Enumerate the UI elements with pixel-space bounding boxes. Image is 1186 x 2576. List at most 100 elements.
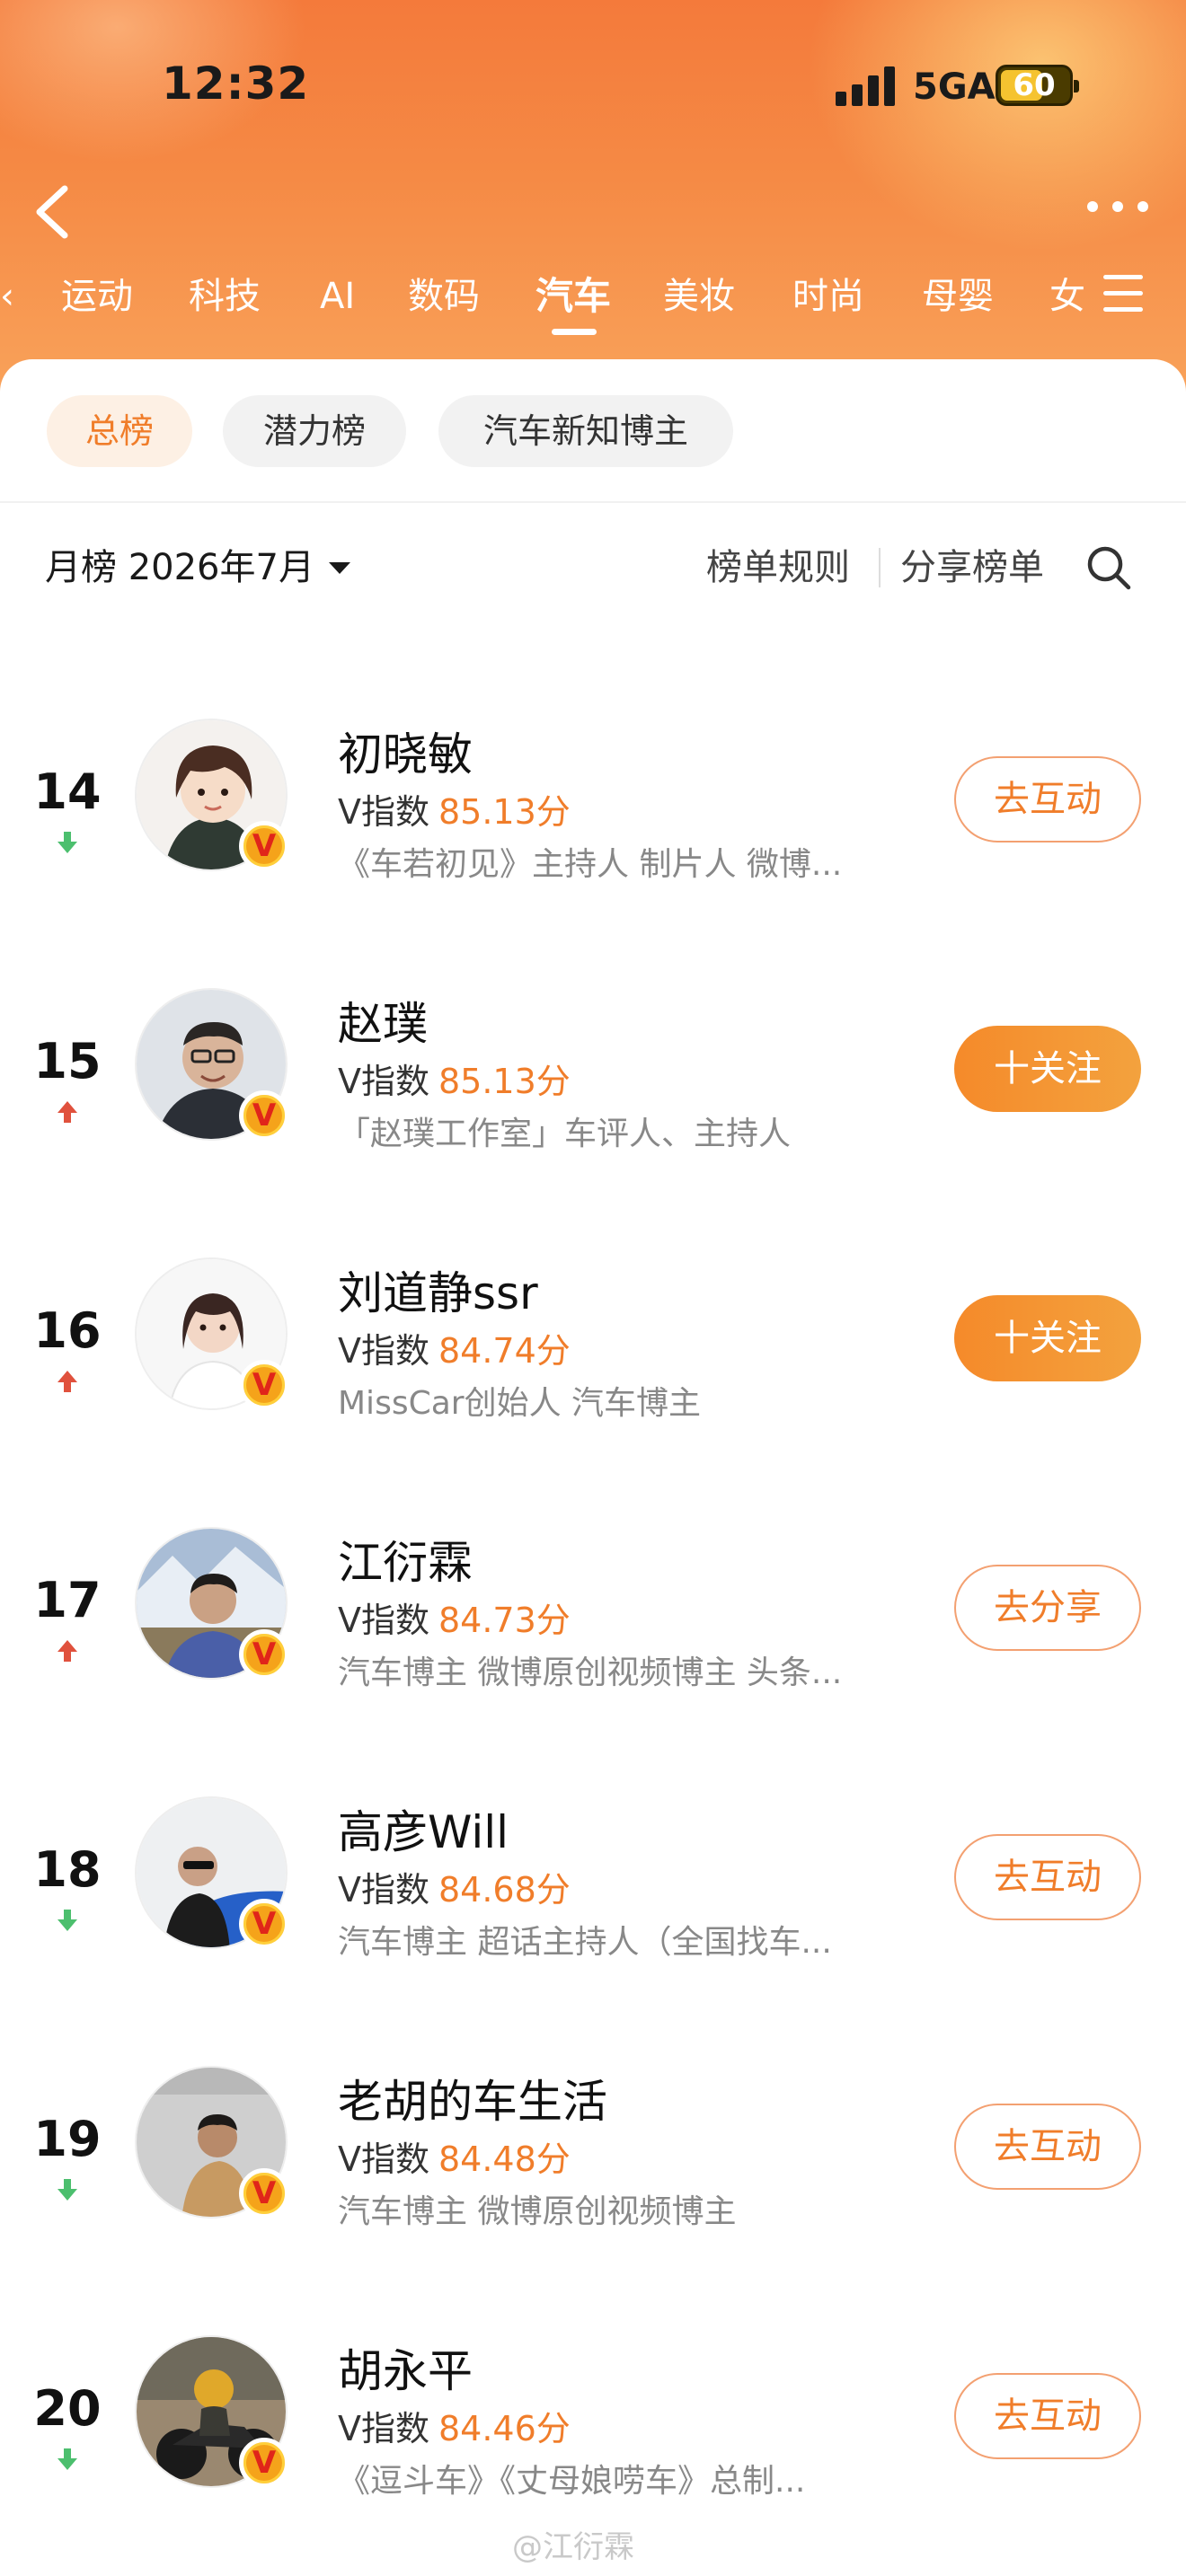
ranking-row[interactable]: 19 V 老胡的车生活 V指数 84.48分 汽车博主 微博原创视频博主 去互动 — [0, 2030, 1186, 2299]
rank-number: 19 — [33, 2111, 102, 2167]
v-index: V指数 84.46分 — [338, 2405, 571, 2452]
subtab-potential[interactable]: 潜力榜 — [223, 395, 406, 467]
v-index: V指数 85.13分 — [338, 1058, 571, 1105]
creator-name[interactable]: 江衍霖 — [338, 1534, 473, 1592]
tab-partial-left: ‹ — [0, 276, 14, 317]
tab-more-partial[interactable]: 女 — [1049, 269, 1085, 323]
category-tabs: ‹ 运动 科技 AI 数码 汽车 美妆 时尚 母婴 女 — [0, 269, 1087, 341]
creator-name[interactable]: 老胡的车生活 — [338, 2073, 607, 2130]
v-index-score: 84.68分 — [438, 1870, 571, 1910]
verified-v-icon: V — [239, 1629, 289, 1680]
rank-number: 17 — [33, 1572, 102, 1628]
battery-icon: 60 — [996, 65, 1079, 106]
trend-down-icon — [54, 830, 81, 855]
v-index-score: 84.74分 — [438, 1331, 571, 1371]
v-index-label: V指数 — [338, 2409, 429, 2448]
tab-sports[interactable]: 运动 — [61, 269, 133, 323]
creator-description: 汽车博主 微博原创视频博主 — [338, 2193, 737, 2230]
status-time: 12:32 — [162, 57, 310, 110]
creator-description: 《车若初见》主持人 制片人 微博... — [338, 846, 843, 883]
rank-number: 14 — [33, 763, 102, 820]
v-index-label: V指数 — [338, 2139, 429, 2179]
verified-v-icon: V — [239, 1090, 289, 1141]
trend-up-icon — [54, 1638, 81, 1663]
creator-name[interactable]: 初晓敏 — [338, 726, 473, 783]
ranking-row[interactable]: 16 V 刘道静ssr V指数 84.74分 MissCar创始人 汽车博主 十关… — [0, 1222, 1186, 1491]
v-index-label: V指数 — [338, 1331, 429, 1371]
verified-v-icon: V — [239, 821, 289, 871]
subtab-auto-knowledge[interactable]: 汽车新知博主 — [438, 395, 733, 467]
creator-description: 汽车博主 微博原创视频博主 头条... — [338, 1654, 843, 1691]
v-index-score: 85.13分 — [438, 1062, 571, 1101]
interact-button[interactable]: 去互动 — [954, 756, 1141, 842]
follow-button[interactable]: 十关注 — [954, 1295, 1141, 1381]
tab-tech[interactable]: 科技 — [189, 269, 261, 323]
menu-icon[interactable] — [1103, 275, 1148, 314]
creator-description: 汽车博主 超话主持人（全国找车... — [338, 1924, 832, 1961]
v-index-score: 84.73分 — [438, 1601, 571, 1640]
verified-v-icon: V — [239, 2168, 289, 2219]
creator-name[interactable]: 赵璞 — [338, 995, 428, 1053]
v-index-score: 85.13分 — [438, 792, 571, 832]
v-index: V指数 85.13分 — [338, 789, 571, 835]
network-label: 5GA — [913, 66, 996, 108]
active-tab-indicator — [552, 329, 597, 335]
v-index-score: 84.48分 — [438, 2139, 571, 2179]
tab-maternity[interactable]: 母婴 — [922, 269, 994, 323]
rank-number: 20 — [33, 2380, 102, 2437]
search-icon[interactable] — [1084, 543, 1134, 593]
v-index-label: V指数 — [338, 792, 429, 832]
ranking-row[interactable]: 18 V 高彦Will V指数 84.68分 汽车博主 超话主持人（全国找车...… — [0, 1760, 1186, 2030]
v-index-label: V指数 — [338, 1062, 429, 1101]
verified-v-icon: V — [239, 1360, 289, 1410]
v-index-score: 84.46分 — [438, 2409, 571, 2448]
creator-description: 《逗斗车》《丈母娘唠车》总制... — [338, 2463, 806, 2500]
interact-button[interactable]: 去互动 — [954, 1834, 1141, 1920]
v-index: V指数 84.68分 — [338, 1866, 571, 1913]
creator-description: 「赵璞工作室」车评人、主持人 — [338, 1116, 792, 1152]
creator-name[interactable]: 胡永平 — [338, 2342, 473, 2400]
v-index: V指数 84.74分 — [338, 1328, 571, 1374]
v-index-label: V指数 — [338, 1601, 429, 1640]
creator-name[interactable]: 高彦Will — [338, 1804, 509, 1861]
follow-button[interactable]: 十关注 — [954, 1026, 1141, 1112]
share-button[interactable]: 去分享 — [954, 1565, 1141, 1651]
v-index: V指数 84.73分 — [338, 1597, 571, 1644]
watermark: @江衍霖 — [512, 2529, 634, 2565]
rank-number: 16 — [33, 1302, 102, 1359]
tab-fashion[interactable]: 时尚 — [792, 269, 864, 323]
trend-up-icon — [54, 1099, 81, 1125]
share-list-link[interactable]: 分享榜单 — [900, 539, 1044, 596]
trend-down-icon — [54, 2447, 81, 2472]
interact-button[interactable]: 去互动 — [954, 2373, 1141, 2459]
trend-down-icon — [54, 1908, 81, 1933]
rules-link[interactable]: 榜单规则 — [706, 539, 850, 596]
ranking-row[interactable]: 14 V 初晓敏 V指数 85.13分 《车若初见》主持人 制片人 微博... 去… — [0, 683, 1186, 952]
verified-v-icon: V — [239, 2438, 289, 2488]
separator — [879, 548, 881, 587]
verified-v-icon: V — [239, 1899, 289, 1949]
tab-digital[interactable]: 数码 — [408, 269, 480, 323]
rank-number: 15 — [33, 1033, 102, 1090]
trend-down-icon — [54, 2177, 81, 2202]
back-icon[interactable] — [25, 176, 79, 248]
interact-button[interactable]: 去互动 — [954, 2104, 1141, 2190]
ranking-row[interactable]: 17 V 江衍霖 V指数 84.73分 汽车博主 微博原创视频博主 头条... 去… — [0, 1491, 1186, 1760]
subtab-overall[interactable]: 总榜 — [47, 395, 192, 467]
v-index-label: V指数 — [338, 1870, 429, 1910]
tab-auto[interactable]: 汽车 — [535, 269, 611, 323]
tab-beauty[interactable]: 美妆 — [663, 269, 735, 323]
battery-level: 60 — [1013, 67, 1056, 103]
creator-description: MissCar创始人 汽车博主 — [338, 1385, 702, 1422]
header: 12:32 5GA 60 ‹ 运动 科技 AI 数码 汽车 美妆 时尚 母婴 女 — [0, 0, 1186, 395]
tab-ai[interactable]: AI — [320, 269, 355, 323]
period-selector[interactable]: 月榜 2026年7月 — [45, 539, 314, 596]
divider — [0, 501, 1186, 503]
v-index: V指数 84.48分 — [338, 2136, 571, 2183]
caret-down-icon[interactable] — [329, 562, 350, 574]
creator-name[interactable]: 刘道静ssr — [338, 1265, 538, 1322]
more-icon[interactable] — [1084, 189, 1152, 225]
trend-up-icon — [54, 1369, 81, 1394]
ranking-row[interactable]: 15 V 赵璞 V指数 85.13分 「赵璞工作室」车评人、主持人 十关注 — [0, 952, 1186, 1222]
rank-number: 18 — [33, 1841, 102, 1898]
